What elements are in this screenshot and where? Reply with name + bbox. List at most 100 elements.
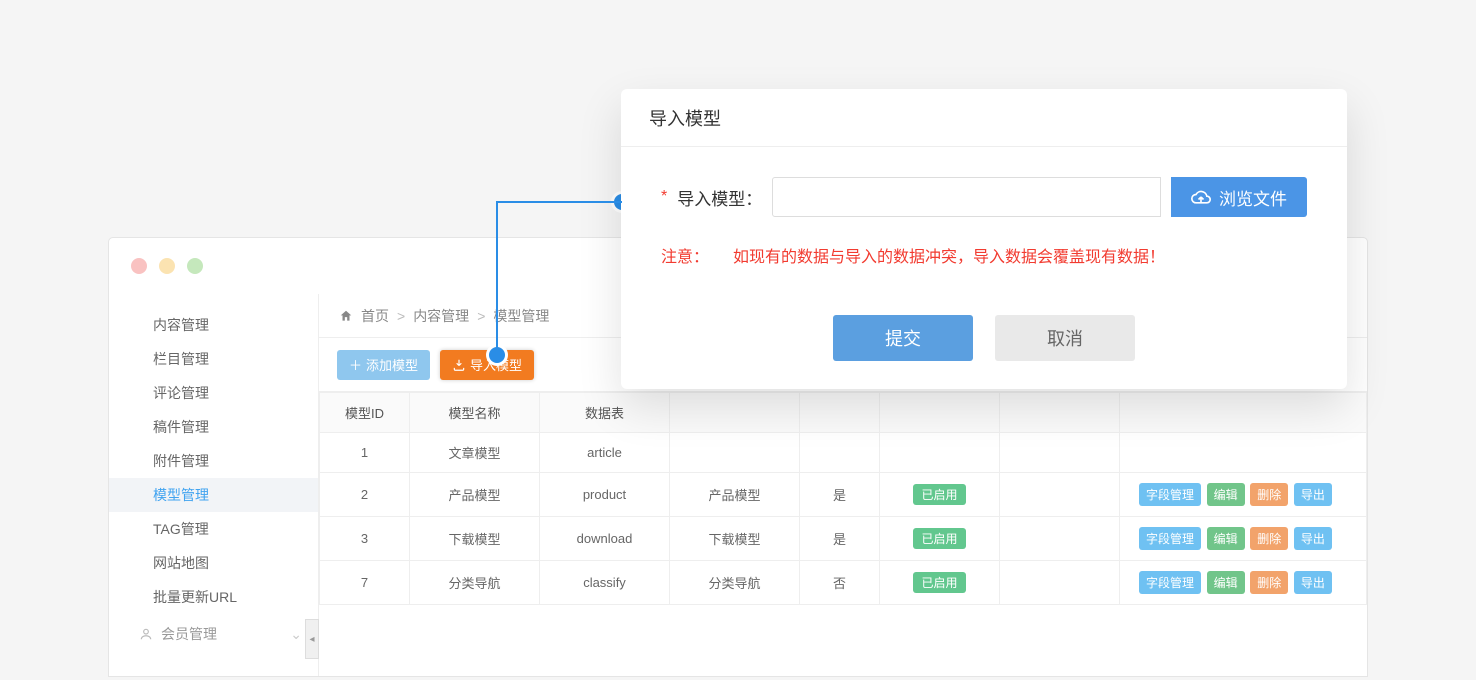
th-ops bbox=[1120, 393, 1367, 433]
import-file-input[interactable] bbox=[772, 177, 1161, 217]
cell-desc: 下载模型 bbox=[670, 517, 800, 561]
home-icon bbox=[339, 309, 353, 323]
sidebar-collapse-toggle[interactable]: ◂ bbox=[305, 619, 319, 659]
cancel-button[interactable]: 取消 bbox=[995, 315, 1135, 361]
add-model-button[interactable]: ＋ 添加模型 bbox=[337, 350, 430, 380]
th-status bbox=[880, 393, 1000, 433]
cell-yn: 是 bbox=[800, 473, 880, 517]
cell-yn: 否 bbox=[800, 561, 880, 605]
traffic-light-min[interactable] bbox=[159, 258, 175, 274]
op-export-button[interactable]: 导出 bbox=[1294, 527, 1332, 550]
cell-id: 1 bbox=[320, 433, 410, 473]
op-fields-button[interactable]: 字段管理 bbox=[1139, 483, 1201, 506]
sidebar-item-tag[interactable]: TAG管理 bbox=[109, 512, 318, 546]
th-table: 数据表 bbox=[540, 393, 670, 433]
op-export-button[interactable]: 导出 bbox=[1294, 571, 1332, 594]
table-header-row: 模型ID 模型名称 数据表 bbox=[320, 393, 1367, 433]
status-badge: 已启用 bbox=[913, 528, 965, 549]
cell-desc bbox=[670, 433, 800, 473]
submit-button[interactable]: 提交 bbox=[833, 315, 973, 361]
import-label: 导入模型： bbox=[677, 185, 762, 210]
status-badge: 已启用 bbox=[913, 572, 965, 593]
th-desc bbox=[670, 393, 800, 433]
cell-desc: 产品模型 bbox=[670, 473, 800, 517]
cell-id: 2 bbox=[320, 473, 410, 517]
connector-start-dot bbox=[489, 347, 505, 363]
user-icon bbox=[139, 627, 153, 641]
op-delete-button[interactable]: 删除 bbox=[1250, 571, 1288, 594]
sidebar-item-content[interactable]: 内容管理 bbox=[109, 308, 318, 342]
th-blank bbox=[1000, 393, 1120, 433]
sidebar-item-draft[interactable]: 稿件管理 bbox=[109, 410, 318, 444]
op-export-button[interactable]: 导出 bbox=[1294, 483, 1332, 506]
cell-desc: 分类导航 bbox=[670, 561, 800, 605]
crumb-mid[interactable]: 内容管理 bbox=[413, 306, 469, 326]
add-model-label: 添加模型 bbox=[366, 355, 418, 374]
th-name: 模型名称 bbox=[410, 393, 540, 433]
cell-table: classify bbox=[540, 561, 670, 605]
plus-icon: ＋ bbox=[349, 355, 362, 374]
op-delete-button[interactable]: 删除 bbox=[1250, 527, 1288, 550]
crumb-last: 模型管理 bbox=[493, 306, 549, 326]
cell-name: 下载模型 bbox=[410, 517, 540, 561]
th-yn bbox=[800, 393, 880, 433]
sidebar-item-batchurl[interactable]: 批量更新URL bbox=[109, 580, 318, 614]
cloud-upload-icon bbox=[1191, 187, 1211, 207]
cell-ops: 字段管理 编辑 删除 导出 bbox=[1120, 561, 1367, 605]
cell-name: 分类导航 bbox=[410, 561, 540, 605]
cell-status: 已启用 bbox=[880, 517, 1000, 561]
cell-table: article bbox=[540, 433, 670, 473]
sidebar-group-member[interactable]: 会员管理 ⌄ bbox=[109, 614, 318, 654]
cell-status: 已启用 bbox=[880, 473, 1000, 517]
dialog-footer: 提交 取消 bbox=[621, 277, 1347, 389]
th-id: 模型ID bbox=[320, 393, 410, 433]
chevron-down-icon: ⌄ bbox=[290, 614, 302, 654]
cell-yn bbox=[800, 433, 880, 473]
table-row: 1 文章模型 article bbox=[320, 433, 1367, 473]
crumb-sep: > bbox=[397, 308, 405, 324]
cell-blank bbox=[1000, 561, 1120, 605]
op-edit-button[interactable]: 编辑 bbox=[1207, 483, 1245, 506]
model-table: 模型ID 模型名称 数据表 1 文章模型 article 2 产品模型 bbox=[319, 392, 1367, 605]
dialog-title: 导入模型 bbox=[621, 89, 1347, 147]
op-fields-button[interactable]: 字段管理 bbox=[1139, 527, 1201, 550]
import-icon bbox=[452, 358, 466, 372]
cell-yn: 是 bbox=[800, 517, 880, 561]
warning-line: 注意： 如现有的数据与导入的数据冲突，导入数据会覆盖现有数据！ bbox=[661, 243, 1307, 267]
sidebar-item-model[interactable]: 模型管理 bbox=[109, 478, 318, 512]
cell-table: product bbox=[540, 473, 670, 517]
op-edit-button[interactable]: 编辑 bbox=[1207, 571, 1245, 594]
import-dialog: 导入模型 * 导入模型： 浏览文件 注意： 如现有的数据与导入的数据冲突，导入数… bbox=[621, 89, 1347, 389]
sidebar: 内容管理 栏目管理 评论管理 稿件管理 附件管理 模型管理 TAG管理 网站地图… bbox=[109, 294, 319, 676]
cell-ops: 字段管理 编辑 删除 导出 bbox=[1120, 517, 1367, 561]
browse-label: 浏览文件 bbox=[1219, 185, 1287, 210]
warning-text: 如现有的数据与导入的数据冲突，导入数据会覆盖现有数据！ bbox=[733, 243, 1165, 267]
import-model-button[interactable]: 导入模型 bbox=[440, 350, 534, 380]
sidebar-item-category[interactable]: 栏目管理 bbox=[109, 342, 318, 376]
op-delete-button[interactable]: 删除 bbox=[1250, 483, 1288, 506]
crumb-home[interactable]: 首页 bbox=[361, 306, 389, 326]
table-row: 2 产品模型 product 产品模型 是 已启用 字段管理 编辑 删除 导出 bbox=[320, 473, 1367, 517]
cell-ops: 字段管理 编辑 删除 导出 bbox=[1120, 473, 1367, 517]
sidebar-item-sitemap[interactable]: 网站地图 bbox=[109, 546, 318, 580]
browse-file-button[interactable]: 浏览文件 bbox=[1171, 177, 1307, 217]
sidebar-item-comment[interactable]: 评论管理 bbox=[109, 376, 318, 410]
cell-name: 文章模型 bbox=[410, 433, 540, 473]
sidebar-item-attach[interactable]: 附件管理 bbox=[109, 444, 318, 478]
traffic-light-zoom[interactable] bbox=[187, 258, 203, 274]
table-row: 3 下载模型 download 下载模型 是 已启用 字段管理 编辑 删除 导出 bbox=[320, 517, 1367, 561]
cell-status: 已启用 bbox=[880, 561, 1000, 605]
table-row: 7 分类导航 classify 分类导航 否 已启用 字段管理 编辑 删除 导出 bbox=[320, 561, 1367, 605]
cell-name: 产品模型 bbox=[410, 473, 540, 517]
sidebar-group-label: 会员管理 bbox=[161, 614, 217, 654]
crumb-sep: > bbox=[477, 308, 485, 324]
cell-blank bbox=[1000, 433, 1120, 473]
cell-blank bbox=[1000, 517, 1120, 561]
op-fields-button[interactable]: 字段管理 bbox=[1139, 571, 1201, 594]
warning-label: 注意： bbox=[661, 243, 709, 267]
cell-table: download bbox=[540, 517, 670, 561]
import-form-row: * 导入模型： 浏览文件 bbox=[661, 177, 1307, 217]
op-edit-button[interactable]: 编辑 bbox=[1207, 527, 1245, 550]
cell-ops bbox=[1120, 433, 1367, 473]
traffic-light-close[interactable] bbox=[131, 258, 147, 274]
